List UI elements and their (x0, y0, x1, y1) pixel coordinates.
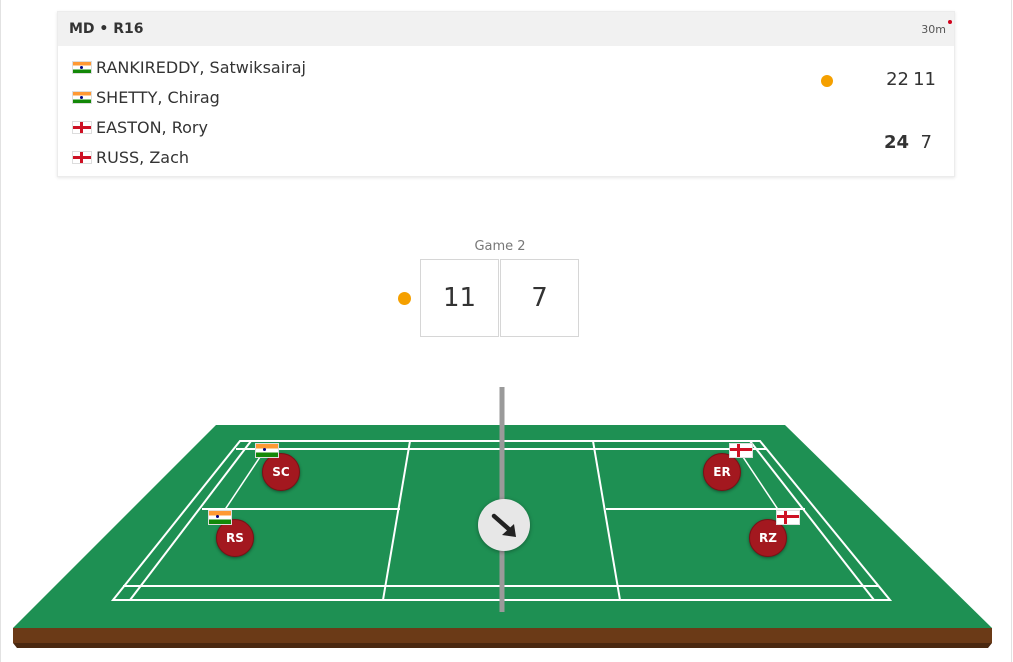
live-indicator-dot (948, 20, 952, 24)
arrow-down-right-icon (491, 513, 516, 537)
shuttle-direction-button[interactable] (478, 499, 530, 551)
india-flag-icon (72, 60, 92, 74)
serving-indicator-dot (398, 292, 411, 305)
score-box-left: 11 (420, 259, 499, 337)
england-flag-icon (776, 510, 800, 525)
match-duration: 30m (921, 23, 946, 36)
india-flag-icon (255, 443, 279, 458)
player-name: RANKIREDDY, Satwiksairaj (96, 57, 306, 77)
player-name: RUSS, Zach (96, 147, 190, 167)
team2-player1: EASTON, Rory (72, 117, 208, 137)
score-box-right: 7 (500, 259, 579, 337)
team2-game2-score: 7 (920, 132, 932, 153)
india-flag-icon (208, 510, 232, 525)
match-card[interactable]: MD • R16 30m RANKIREDDY, Satwiksairaj SH… (57, 11, 955, 177)
current-game-label: Game 2 (474, 239, 526, 254)
england-flag-icon (72, 120, 92, 134)
team2-game1-score: 24 (883, 132, 909, 153)
england-flag-icon (72, 150, 92, 164)
player-token-er[interactable]: ER (703, 453, 741, 491)
match-card-header: MD • R16 30m (58, 12, 954, 46)
india-flag-icon (72, 90, 92, 104)
england-flag-icon (729, 443, 753, 458)
team1-player2: SHETTY, Chirag (72, 87, 220, 107)
team2-player2: RUSS, Zach (72, 147, 189, 167)
event-round-label: MD • R16 (69, 21, 144, 37)
player-name: SHETTY, Chirag (96, 87, 220, 107)
team1-game1-score: 22 (886, 69, 909, 90)
player-token-sc[interactable]: SC (262, 453, 300, 491)
team1-game2-score: 11 (913, 69, 936, 90)
team1-player1: RANKIREDDY, Satwiksairaj (72, 57, 306, 77)
court-base (13, 628, 992, 643)
serving-indicator-dot (821, 75, 833, 87)
court-base-shadow (13, 643, 992, 648)
player-name: EASTON, Rory (96, 117, 208, 137)
